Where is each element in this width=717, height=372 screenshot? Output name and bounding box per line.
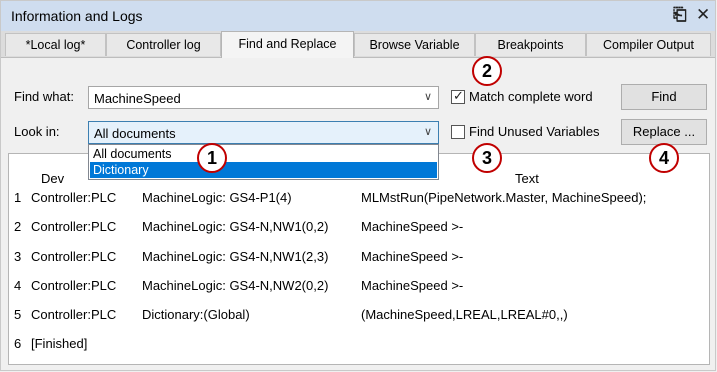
tab-label: Controller log bbox=[126, 38, 201, 52]
callout-3: 3 bbox=[472, 143, 502, 173]
tab-breakpoints[interactable]: Breakpoints bbox=[475, 33, 586, 56]
table-row[interactable]: 5 Controller:PLC Dictionary:(Global) (Ma… bbox=[9, 307, 709, 331]
row-device: Controller:PLC bbox=[31, 190, 117, 205]
find-what-combo[interactable]: MachineSpeed ∨ bbox=[88, 86, 439, 109]
row-device: Controller:PLC bbox=[31, 307, 117, 322]
row-number: 6 bbox=[14, 336, 22, 351]
callout-2: 2 bbox=[472, 56, 502, 86]
tab-find-and-replace[interactable]: Find and Replace bbox=[221, 31, 354, 58]
dropdown-option-dictionary[interactable]: Dictionary bbox=[90, 162, 437, 178]
row-device: [Finished] bbox=[31, 336, 88, 351]
row-text: MLMstRun(PipeNetwork.Master, MachineSpee… bbox=[361, 190, 647, 205]
check-icon: ✓ bbox=[453, 88, 464, 103]
chevron-down-icon[interactable]: ∨ bbox=[424, 125, 432, 138]
row-location: MachineLogic: GS4-N,NW2(0,2) bbox=[142, 278, 329, 293]
row-text: MachineSpeed >- bbox=[361, 278, 464, 293]
tab-controller-log[interactable]: Controller log bbox=[106, 33, 221, 56]
find-unused-variables-checkbox[interactable] bbox=[451, 125, 465, 139]
find-unused-variables-label: Find Unused Variables bbox=[469, 124, 600, 139]
row-text: MachineSpeed >- bbox=[361, 219, 464, 234]
results-table: Dev Text 1 Controller:PLC MachineLogic: … bbox=[8, 153, 710, 365]
row-number: 2 bbox=[14, 219, 22, 234]
find-what-value: MachineSpeed bbox=[94, 91, 181, 106]
column-header-text[interactable]: Text bbox=[515, 171, 539, 186]
look-in-combo[interactable]: All documents ∨ bbox=[88, 121, 439, 144]
row-text: MachineSpeed >- bbox=[361, 249, 464, 264]
table-row[interactable]: 6 [Finished] bbox=[9, 336, 709, 360]
tab-label: Breakpoints bbox=[497, 38, 564, 52]
replace-button-label: Replace ... bbox=[632, 124, 696, 139]
tab-browse-variable[interactable]: Browse Variable bbox=[354, 33, 475, 56]
find-what-label: Find what: bbox=[14, 89, 74, 104]
row-location: MachineLogic: GS4-N,NW1(2,3) bbox=[142, 249, 329, 264]
table-row[interactable]: 3 Controller:PLC MachineLogic: GS4-N,NW1… bbox=[9, 249, 709, 273]
row-location: MachineLogic: GS4-P1(4) bbox=[142, 190, 292, 205]
title-bar: Information and Logs ⎗ ✕ bbox=[1, 1, 715, 31]
callout-1: 1 bbox=[197, 143, 227, 173]
close-icon[interactable]: ✕ bbox=[696, 5, 710, 25]
row-device: Controller:PLC bbox=[31, 219, 117, 234]
find-button[interactable]: Find bbox=[621, 84, 707, 110]
look-in-dropdown-list: All documents Dictionary bbox=[88, 144, 439, 180]
row-location: Dictionary:(Global) bbox=[142, 307, 250, 322]
tab-label: Find and Replace bbox=[238, 37, 337, 51]
table-row[interactable]: 1 Controller:PLC MachineLogic: GS4-P1(4)… bbox=[9, 190, 709, 214]
tab-label: Compiler Output bbox=[602, 38, 694, 52]
window-title: Information and Logs bbox=[11, 8, 143, 24]
tab-label: *Local log* bbox=[25, 38, 86, 52]
match-complete-word-label: Match complete word bbox=[469, 89, 593, 104]
row-location: MachineLogic: GS4-N,NW1(0,2) bbox=[142, 219, 329, 234]
table-row[interactable]: 4 Controller:PLC MachineLogic: GS4-N,NW2… bbox=[9, 278, 709, 302]
row-number: 1 bbox=[14, 190, 22, 205]
tab-label: Browse Variable bbox=[369, 38, 460, 52]
find-button-label: Find bbox=[651, 89, 677, 104]
dropdown-option-all-documents[interactable]: All documents bbox=[90, 146, 437, 162]
table-row[interactable]: 2 Controller:PLC MachineLogic: GS4-N,NW1… bbox=[9, 219, 709, 243]
row-number: 4 bbox=[14, 278, 22, 293]
row-device: Controller:PLC bbox=[31, 278, 117, 293]
look-in-label: Look in: bbox=[14, 124, 60, 139]
tab-local-log[interactable]: *Local log* bbox=[5, 33, 106, 56]
tab-compiler-output[interactable]: Compiler Output bbox=[586, 33, 711, 56]
row-number: 5 bbox=[14, 307, 22, 322]
look-in-value: All documents bbox=[94, 126, 176, 141]
callout-4: 4 bbox=[649, 143, 679, 173]
replace-button[interactable]: Replace ... bbox=[621, 119, 707, 145]
match-complete-word-checkbox[interactable]: ✓ bbox=[451, 88, 465, 104]
row-number: 3 bbox=[14, 249, 22, 264]
row-text: (MachineSpeed,LREAL,LREAL#0,,) bbox=[361, 307, 568, 322]
float-window-icon[interactable]: ⎗ bbox=[673, 5, 687, 25]
tab-bar: *Local log* Controller log Find and Repl… bbox=[1, 31, 715, 58]
column-header-device[interactable]: Dev bbox=[41, 171, 64, 186]
chevron-down-icon[interactable]: ∨ bbox=[424, 90, 432, 103]
row-device: Controller:PLC bbox=[31, 249, 117, 264]
